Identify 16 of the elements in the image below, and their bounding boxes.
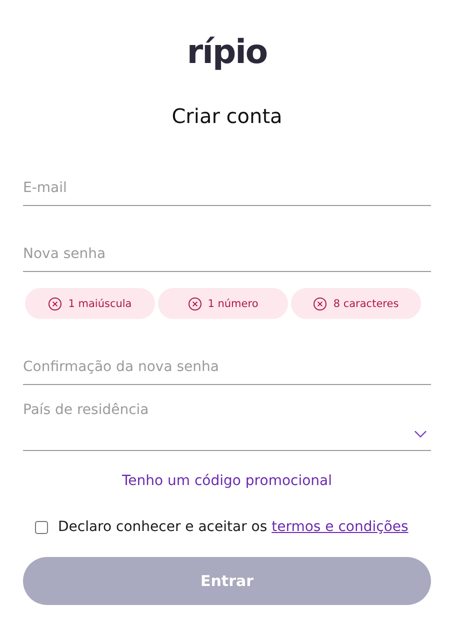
input-field[interactable]: Confirmação da nova senha	[23, 359, 431, 384]
promo-code-link[interactable]: Tenho um código promocional	[122, 473, 332, 489]
terms-text: Declaro conhecer e aceitar os termos e condições	[58, 519, 408, 535]
close-icon	[188, 296, 202, 310]
close-icon	[48, 296, 62, 310]
input-field[interactable]: Nova senha	[23, 246, 431, 271]
input-field[interactable]: E-mail	[23, 180, 431, 205]
close-icon	[313, 296, 328, 310]
terms-checkbox[interactable]	[35, 520, 48, 534]
page-title: Criar conta	[172, 104, 282, 128]
requirement-badge: 1 número	[158, 288, 288, 319]
requirement-badge: 1 maiúscula	[25, 288, 155, 319]
terms-link[interactable]: termos e condições	[272, 519, 408, 535]
requirement-badge: 8 caracteres	[291, 288, 421, 319]
logo: rípio	[186, 31, 268, 73]
chevron-down-icon	[414, 430, 427, 438]
